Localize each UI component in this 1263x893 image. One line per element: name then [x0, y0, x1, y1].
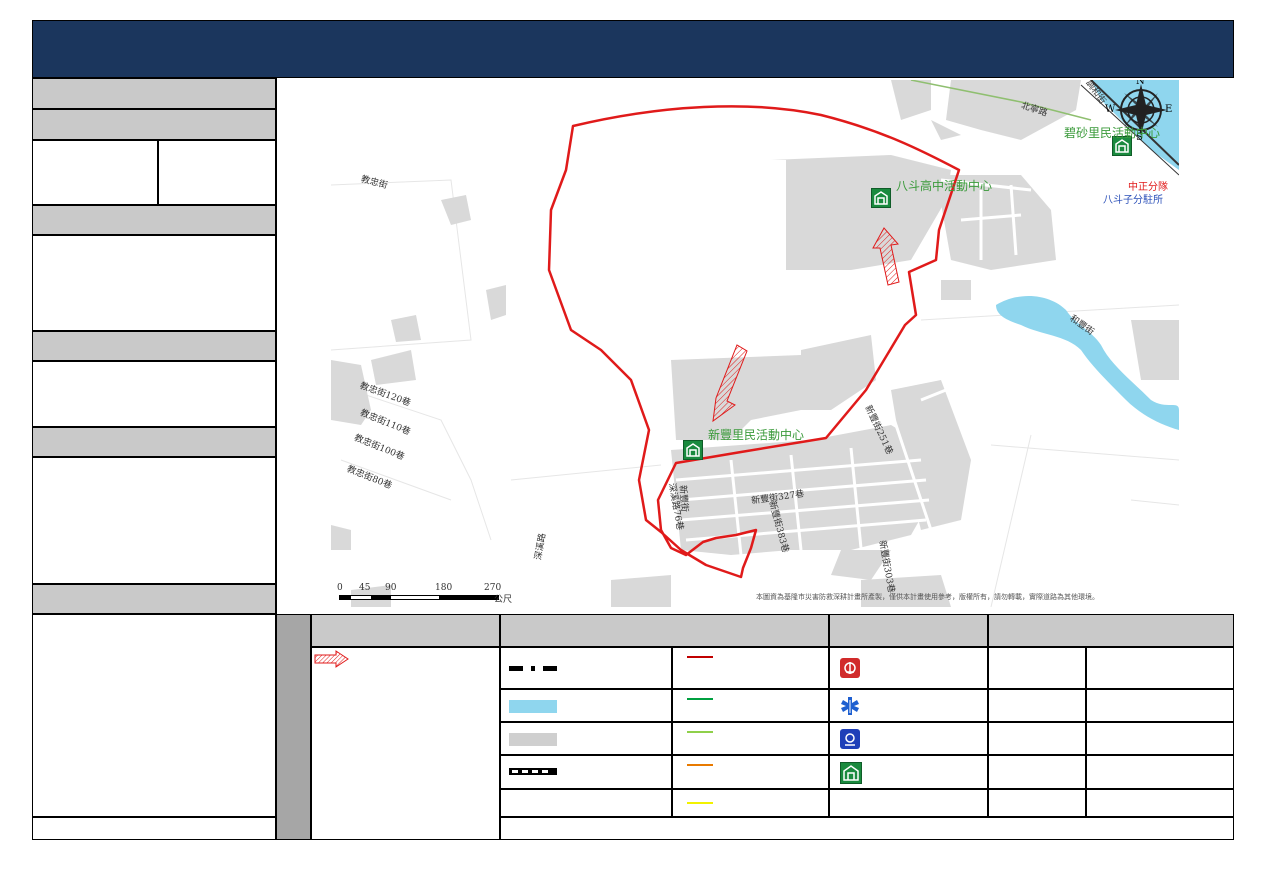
contact-name-4 — [988, 755, 1086, 789]
info-block-2 — [32, 361, 276, 427]
left-panel-header-2 — [32, 109, 276, 140]
legend-water — [500, 689, 672, 722]
title-bar — [32, 20, 1234, 78]
legend-building — [500, 722, 672, 755]
left-panel-header-1 — [32, 78, 276, 109]
contact-phone-1 — [1086, 647, 1234, 689]
contact-phone-5 — [1086, 789, 1234, 817]
compass-n: N — [1136, 80, 1145, 87]
scale-tick: 90 — [385, 583, 397, 593]
info-cell-right — [158, 140, 276, 205]
contact-name-5 — [988, 789, 1086, 817]
line-sample-lightgreen — [687, 731, 713, 733]
left-panel-header-4 — [32, 331, 276, 361]
legend-railway — [500, 755, 672, 789]
legend-line-lightgreen — [672, 722, 829, 755]
info-footer — [32, 817, 276, 840]
contact-name-2 — [988, 689, 1086, 722]
contact-name-3 — [988, 722, 1086, 755]
legend-shelter — [829, 755, 988, 789]
shelter-icon — [840, 762, 862, 784]
legend-header-contacts — [988, 614, 1234, 647]
legend-police — [829, 722, 988, 755]
label-bisha-center: 碧砂里民活動中心 — [1064, 126, 1161, 140]
legend-admin-boundary — [500, 647, 672, 689]
legend-header-lines — [500, 614, 829, 647]
label-xinfeng-center: 新豐里民活動中心 — [708, 428, 805, 442]
contact-phone-2 — [1086, 689, 1234, 722]
compass-w: W — [1105, 104, 1116, 115]
scale-bar — [339, 595, 499, 600]
evacuation-arrow-icon — [314, 650, 349, 668]
legend-fire-station — [829, 647, 988, 689]
scale-tick: 180 — [435, 583, 453, 593]
legend-line-yellow — [672, 789, 829, 817]
contact-name-1 — [988, 647, 1086, 689]
shelter-icon[interactable] — [871, 188, 891, 208]
map-canvas — [331, 80, 1179, 607]
label-badou-high-center: 八斗高中活動中心 — [896, 179, 993, 193]
scale-tick: 45 — [359, 583, 371, 593]
police-icon — [840, 729, 860, 749]
scale-tick: 0 — [337, 583, 343, 593]
legend-medical — [829, 689, 988, 722]
line-sample-red — [687, 656, 713, 658]
left-panel-header-3 — [32, 205, 276, 235]
line-sample-yellow — [687, 802, 713, 804]
legend-line-green — [672, 689, 829, 722]
legend-header-facilities — [829, 614, 988, 647]
legend-side-strip — [276, 614, 311, 840]
label-police-post: 八斗子分駐所 — [1103, 195, 1163, 206]
map-disclaimer: 本圖資為基隆市災害防救深耕計畫所產製，僅供本計畫使用參考，版權所有，請勿轉載，實… — [756, 593, 1099, 601]
left-panel-header-6 — [32, 584, 276, 614]
legend-line-orange — [672, 755, 829, 789]
legend-empty — [500, 789, 672, 817]
contact-phone-3 — [1086, 722, 1234, 755]
legend-arrow-cell — [311, 647, 500, 840]
ambulance-icon — [840, 696, 860, 716]
legend-empty-facility — [829, 789, 988, 817]
info-cell-left — [32, 140, 158, 205]
map[interactable]: N S W E 八斗高中活動中心 新豐里民活動中心 碧砂里民活動中心 中正分隊 … — [331, 80, 1179, 607]
contact-phone-4 — [1086, 755, 1234, 789]
info-block-1 — [32, 235, 276, 331]
scale-unit: 公尺 — [494, 595, 513, 605]
info-block-4 — [32, 614, 276, 817]
left-panel-header-5 — [32, 427, 276, 457]
legend-footer-note — [500, 817, 1234, 840]
info-block-3 — [32, 457, 276, 584]
shelter-icon[interactable] — [683, 440, 703, 460]
line-sample-green — [687, 698, 713, 700]
legend-line-red — [672, 647, 829, 689]
legend-header-arrows — [311, 614, 500, 647]
compass-e: E — [1165, 104, 1173, 115]
fire-station-icon — [840, 658, 860, 678]
line-sample-orange — [687, 764, 713, 766]
